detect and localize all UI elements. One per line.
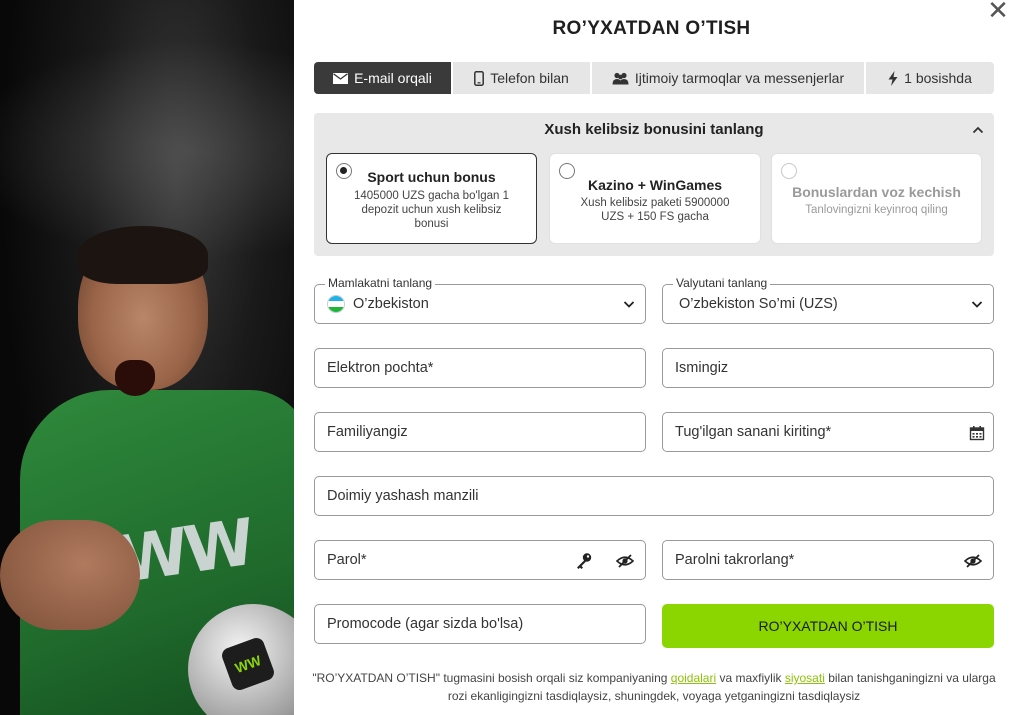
privacy-policy-link[interactable]: siyosati <box>785 671 825 685</box>
register-button[interactable]: RO’YXATDAN O’TISH <box>662 604 994 648</box>
users-icon <box>612 72 629 84</box>
rules-link[interactable]: qoidalari <box>671 671 716 685</box>
tab-social-label: Ijtimoiy tarmoqlar va messenjerlar <box>634 70 845 86</box>
birthdate-field[interactable]: Tug'ilgan sanani kiriting* <box>662 412 994 452</box>
tab-email-label: E-mail orqali <box>354 70 432 86</box>
key-icon[interactable] <box>575 552 593 570</box>
page-title: RO’YXATDAN O’TISH <box>552 18 751 39</box>
address-field[interactable]: Doimiy yashash manzili <box>314 476 994 516</box>
eye-slash-icon[interactable] <box>616 552 634 570</box>
terms-part1: "RO’YXATDAN O’TISH" tugmasini bosish orq… <box>312 671 671 685</box>
terms-part2: va maxfiylik <box>716 671 785 685</box>
bonus-option-sport[interactable]: Sport uchun bonus 1405000 UZS gacha bo'l… <box>326 153 537 244</box>
currency-label: Valyutani tanlang <box>673 276 771 290</box>
uzbekistan-flag-icon <box>327 295 345 313</box>
chevron-down-icon <box>623 301 635 308</box>
surname-placeholder: Familiyangiz <box>327 424 408 440</box>
first-name-field[interactable]: Ismingiz <box>662 348 994 388</box>
hero-image: WW WW <box>0 0 294 715</box>
radio-decline[interactable] <box>781 163 797 179</box>
surname-field[interactable]: Familiyangiz <box>314 412 646 452</box>
hero-hair <box>78 226 208 284</box>
bonus-option-title: Sport uchun bonus <box>367 169 496 185</box>
envelope-icon <box>333 72 349 84</box>
email-field[interactable]: Elektron pochta* <box>314 348 646 388</box>
tab-email[interactable]: E-mail orqali <box>314 62 453 94</box>
password-placeholder: Parol* <box>327 552 367 568</box>
ball-logo: WW <box>219 635 277 693</box>
bonus-option-subtitle: Xush kelibsiz paketi 5900000 UZS + 150 F… <box>580 197 730 223</box>
tab-phone-label: Telefon bilan <box>490 70 569 86</box>
email-placeholder: Elektron pochta* <box>327 360 434 376</box>
promocode-field[interactable]: Promocode (agar sizda bo'lsa) <box>314 604 646 644</box>
tab-social[interactable]: Ijtimoiy tarmoqlar va messenjerlar <box>592 62 866 94</box>
bonus-option-casino[interactable]: Kazino + WinGames Xush kelibsiz paketi 5… <box>549 153 761 244</box>
registration-panel: RO’YXATDAN O’TISH E-mail orqali Telefon … <box>294 0 1009 715</box>
hero-arm <box>0 520 140 630</box>
phone-icon <box>474 70 485 86</box>
address-placeholder: Doimiy yashash manzili <box>327 488 479 504</box>
bonus-option-subtitle: 1405000 UZS gacha bo'lgan 1 depozit uchu… <box>353 190 509 230</box>
first-name-placeholder: Ismingiz <box>675 360 729 376</box>
lightning-icon <box>888 70 898 86</box>
calendar-icon[interactable] <box>969 425 985 441</box>
tab-phone[interactable]: Telefon bilan <box>453 62 592 94</box>
currency-value: O’zbekiston So’mi (UZS) <box>679 296 838 312</box>
registration-tabs: E-mail orqali Telefon bilan Ijtimoiy tar… <box>314 62 994 94</box>
bonus-selector: Xush kelibsiz bonusini tanlang Sport uch… <box>314 113 994 256</box>
password-repeat-field[interactable]: Parolni takrorlang* <box>662 540 994 580</box>
bonus-option-subtitle: Tanlovingizni keyinroq qiling <box>805 204 948 216</box>
bonus-option-decline[interactable]: Bonuslardan voz kechish Tanlovingizni ke… <box>771 153 982 244</box>
tab-one-click[interactable]: 1 bosishda <box>866 62 994 94</box>
birthdate-placeholder: Tug'ilgan sanani kiriting* <box>675 424 832 440</box>
promocode-placeholder: Promocode (agar sizda bo'lsa) <box>327 616 524 632</box>
bonus-option-title: Bonuslardan voz kechish <box>792 184 961 200</box>
country-label: Mamlakatni tanlang <box>325 276 436 290</box>
tab-one-click-label: 1 bosishda <box>904 70 972 86</box>
password-repeat-placeholder: Parolni takrorlang* <box>675 552 795 568</box>
country-value: O’zbekiston <box>353 296 429 312</box>
eye-slash-icon[interactable] <box>964 552 982 570</box>
chevron-down-icon <box>971 301 983 308</box>
chevron-up-icon[interactable] <box>972 125 984 135</box>
bonus-option-title: Kazino + WinGames <box>587 177 723 193</box>
bonus-heading: Xush kelibsiz bonusini tanlang <box>544 121 764 138</box>
terms-text: "RO’YXATDAN O’TISH" tugmasini bosish orq… <box>304 669 1004 705</box>
password-field[interactable]: Parol* <box>314 540 646 580</box>
hero-mouth <box>115 360 155 396</box>
currency-select[interactable]: Valyutani tanlang O’zbekiston So’mi (UZS… <box>662 276 994 324</box>
country-select[interactable]: Mamlakatni tanlang O’zbekiston <box>314 276 646 324</box>
